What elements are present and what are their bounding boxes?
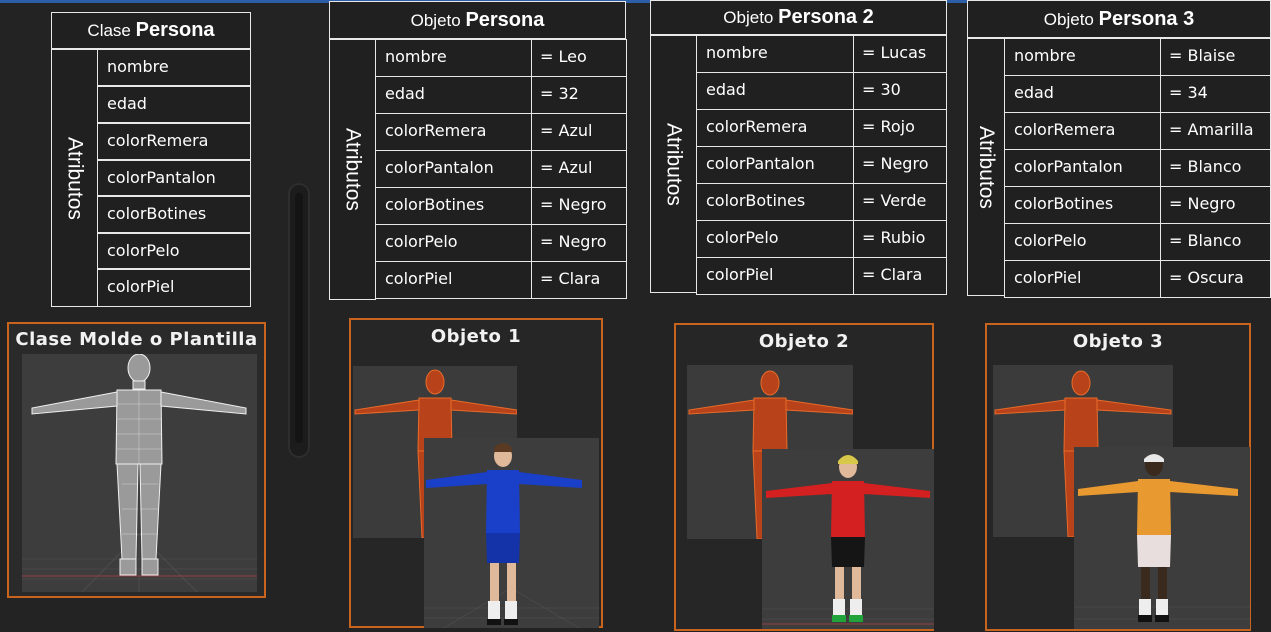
- rendered-figure-object2: [762, 455, 934, 625]
- object1-panel: Objeto 1: [349, 318, 603, 628]
- object-1-value-colorBotines: = Negro: [531, 187, 627, 225]
- object-3-value-colorPelo: = Blanco: [1160, 223, 1271, 261]
- vertical-scrollbar[interactable]: [288, 183, 310, 458]
- object-1-value-colorPiel: = Clara: [531, 261, 627, 299]
- object-1-attribute-colorPelo: colorPelo: [375, 224, 532, 262]
- rendered-figure-object3: [1074, 454, 1250, 622]
- object-title-name: Persona 3: [1098, 8, 1195, 30]
- object-title-prefix: Objeto: [723, 8, 774, 27]
- object-table-2-attributes-label: Atributos: [650, 35, 697, 293]
- class-attribute-colorPelo: colorPelo: [97, 233, 251, 269]
- object3-render-viewport: [1074, 447, 1250, 629]
- object-2-attribute-nombre: nombre: [696, 35, 854, 73]
- object-3-attribute-nombre: nombre: [1004, 38, 1161, 76]
- object-title-prefix: Objeto: [1043, 10, 1094, 29]
- object2-panel-title: Objeto 2: [758, 331, 850, 352]
- class-attribute-nombre: nombre: [97, 49, 251, 86]
- object-table-2-title: Objeto Persona 2: [650, 0, 947, 35]
- class-attribute-colorBotines: colorBotines: [97, 196, 251, 233]
- object-2-attribute-colorPiel: colorPiel: [696, 257, 854, 295]
- object1-render-viewport: [424, 438, 599, 628]
- object-1-value-nombre: = Leo: [531, 39, 627, 77]
- object-1-attribute-edad: edad: [375, 76, 532, 114]
- template-panel: Clase Molde o Plantilla: [7, 322, 266, 598]
- object-title-name: Persona 2: [778, 6, 874, 28]
- object-table-1-title: Objeto Persona: [329, 1, 626, 39]
- object-3-value-colorPantalon: = Blanco: [1160, 149, 1271, 187]
- class-attribute-colorRemera: colorRemera: [97, 123, 251, 160]
- object-2-value-colorRemera: = Rojo: [853, 109, 947, 147]
- object-3-attribute-colorPiel: colorPiel: [1004, 260, 1161, 298]
- object-table-3-title: Objeto Persona 3: [967, 0, 1271, 38]
- object-3-value-colorBotines: = Negro: [1160, 186, 1271, 224]
- object-3-value-edad: = 34: [1160, 75, 1271, 113]
- object-table-1-attributes-label: Atributos: [329, 39, 376, 300]
- object2-render-viewport: [762, 449, 934, 629]
- object-1-attribute-colorPantalon: colorPantalon: [375, 150, 532, 188]
- class-attribute-colorPiel: colorPiel: [97, 269, 251, 307]
- object1-panel-title: Objeto 1: [430, 326, 522, 347]
- object-2-attribute-colorBotines: colorBotines: [696, 183, 854, 221]
- object-1-value-colorRemera: = Azul: [531, 113, 627, 151]
- template-panel-title: Clase Molde o Plantilla: [15, 329, 258, 350]
- object-2-value-colorPelo: = Rubio: [853, 220, 947, 258]
- class-table-title: Clase Persona: [51, 12, 251, 49]
- class-attribute-colorPantalon: colorPantalon: [97, 160, 251, 196]
- object-2-value-colorPiel: = Clara: [853, 257, 947, 295]
- object-3-value-colorRemera: = Amarilla: [1160, 112, 1271, 150]
- object-2-value-colorBotines: = Verde: [853, 183, 947, 221]
- class-attributes-label: Atributos: [51, 49, 98, 307]
- object-3-attribute-colorPelo: colorPelo: [1004, 223, 1161, 261]
- object-3-attribute-colorRemera: colorRemera: [1004, 112, 1161, 150]
- object-3-value-nombre: = Blaise: [1160, 38, 1271, 76]
- object-1-attribute-colorBotines: colorBotines: [375, 187, 532, 225]
- object-1-value-colorPantalon: = Azul: [531, 150, 627, 188]
- object-2-attribute-edad: edad: [696, 72, 854, 110]
- object-3-attribute-colorPantalon: colorPantalon: [1004, 149, 1161, 187]
- wireframe-figure-template: [22, 354, 257, 592]
- rendered-figure-object1: [424, 443, 599, 628]
- object-table-3-attributes-label: Atributos: [967, 38, 1005, 296]
- object-2-attribute-colorPelo: colorPelo: [696, 220, 854, 258]
- object-2-attribute-colorPantalon: colorPantalon: [696, 146, 854, 184]
- object-3-attribute-colorBotines: colorBotines: [1004, 186, 1161, 224]
- scrollbar-thumb[interactable]: [295, 193, 303, 443]
- class-attribute-edad: edad: [97, 86, 251, 123]
- object-title-prefix: Objeto: [410, 11, 461, 30]
- object-2-attribute-colorRemera: colorRemera: [696, 109, 854, 147]
- object-2-value-edad: = 30: [853, 72, 947, 110]
- object-1-attribute-colorRemera: colorRemera: [375, 113, 532, 151]
- object-1-attribute-colorPiel: colorPiel: [375, 261, 532, 299]
- template-viewport: [22, 354, 257, 592]
- object-2-value-nombre: = Lucas: [853, 35, 947, 73]
- object2-panel: Objeto 2: [674, 323, 934, 631]
- object-title-name: Persona: [465, 9, 545, 31]
- object-3-value-colorPiel: = Oscura: [1160, 260, 1271, 298]
- object-1-value-edad: = 32: [531, 76, 627, 114]
- object-1-attribute-nombre: nombre: [375, 39, 532, 77]
- object3-panel: Objeto 3: [985, 323, 1251, 631]
- object-1-value-colorPelo: = Negro: [531, 224, 627, 262]
- object-2-value-colorPantalon: = Negro: [853, 146, 947, 184]
- object-3-attribute-edad: edad: [1004, 75, 1161, 113]
- object3-panel-title: Objeto 3: [1072, 331, 1164, 352]
